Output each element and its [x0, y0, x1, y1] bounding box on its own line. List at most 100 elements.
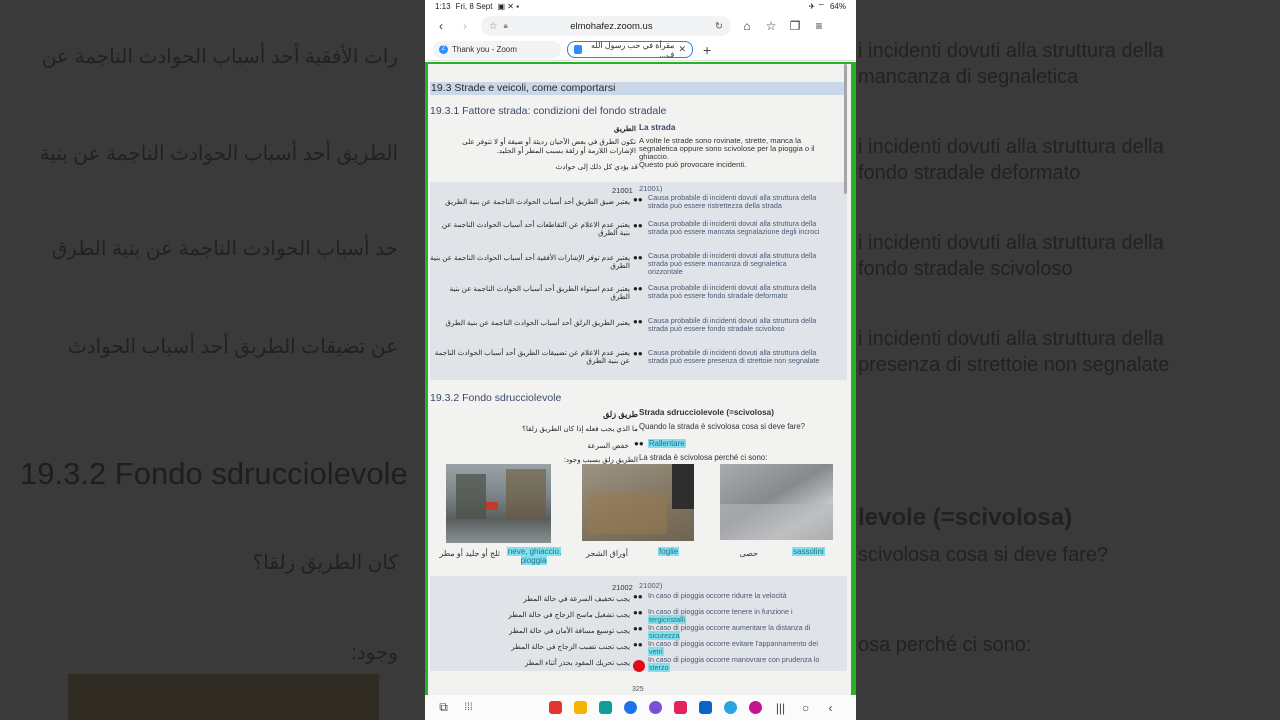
question-arabic: يعتبر عدم الاعلام عن التقاطعات أحد أسباب…: [441, 220, 630, 237]
close-tab-icon[interactable]: ✕: [678, 44, 686, 55]
slippery-arabic-question: ما الذي يجب فعله إذا كان الطريق زلقا؟: [522, 424, 638, 433]
bg-left-heading: 19.3.2 Fondo sdrucciolevole: [20, 456, 408, 491]
bg-right-line: i incidenti dovuti alla struttura della: [858, 40, 1164, 62]
intro-arabic-text: الإشارات اللازمة أو زلقة بسبب المطر أو ا…: [496, 146, 636, 155]
question-arabic: يعتبر عدم توفر الإشارات الأفقية أحد أسبا…: [430, 253, 630, 270]
answer-bullets: ●●: [633, 284, 643, 293]
new-tab-icon[interactable]: +: [703, 42, 711, 58]
scrollbar-thumb[interactable]: [844, 64, 847, 194]
question-arabic: يجب توسيع مسافة الأمان في حالة المطر: [509, 626, 630, 635]
caption-italian: sassolini: [792, 547, 825, 556]
nav-recents-icon[interactable]: |||: [768, 695, 793, 720]
subsection-title: 19.3.2 Fondo sdrucciolevole: [430, 392, 562, 404]
app-drawer-icon[interactable]: ⁞⁞⁞: [456, 695, 481, 720]
messages-app-icon[interactable]: [618, 695, 643, 720]
question-italian: Causa probabile di incidenti dovuti alla…: [648, 348, 820, 365]
nav-home-icon[interactable]: ○: [793, 695, 818, 720]
question-arabic: يعتبر الطريق الزلق أحد أسباب الحوادث الن…: [445, 318, 630, 327]
question-italian: Causa probabile di incidenti dovuti alla…: [648, 251, 817, 276]
status-date: Fri, 8 Sept: [455, 2, 493, 11]
question-italian: In caso di pioggia occorre evitare l'app…: [648, 639, 818, 656]
app-icon-pink[interactable]: [668, 695, 693, 720]
app-icon-teal[interactable]: [593, 695, 618, 720]
bg-right-line: i incidenti dovuti alla struttura della: [858, 136, 1164, 158]
shared-screen-border: 19.3 Strade e veicoli, come comportarsi …: [425, 62, 856, 695]
intro-arabic-heading: الطريق: [613, 124, 636, 133]
app-icon-magenta[interactable]: [743, 695, 768, 720]
slippery-italian-heading: Strada sdrucciolevole (=scivolosa): [639, 408, 774, 417]
answer-bullets: ●●: [633, 317, 643, 326]
answer-bullets: ●●: [633, 640, 643, 649]
tab-thank-you-zoom[interactable]: Z Thank you - Zoom: [433, 41, 561, 58]
battery-level: 64%: [829, 2, 846, 11]
question-code-it: 21002): [639, 581, 663, 590]
tabs-icon[interactable]: ❐: [787, 18, 803, 34]
bg-right-line: presenza di strettoie non segnalate: [858, 354, 1170, 376]
home-icon[interactable]: ⌂: [739, 18, 755, 34]
rainy-road-photo: [446, 464, 551, 543]
app-icon-purple[interactable]: [643, 695, 668, 720]
question-arabic: يجب تشغيل ماسح الزجاج في حالة المطر: [508, 610, 630, 619]
leaves-road-photo: [582, 464, 694, 541]
outlook-app-icon[interactable]: [693, 695, 718, 720]
bg-right-line: scivolosa cosa si deve fare?: [858, 544, 1109, 566]
status-bar: 1:13 Fri, 8 Sept ▣ ✕ ▪ ✈ ⌔ 64%: [425, 0, 856, 13]
menu-icon[interactable]: ≡: [811, 18, 827, 34]
android-taskbar: ⧉ ⁞⁞⁞ ||| ○ ‹: [425, 695, 856, 720]
question-italian: In caso di pioggia occorre manovrare con…: [648, 655, 820, 672]
forward-icon[interactable]: ›: [457, 18, 473, 34]
slippery-italian-answer: Rallentare: [648, 439, 686, 448]
question-arabic: يعتبر ضيق الطريق أحد أسباب الحوادث الناج…: [445, 197, 630, 206]
app-icon-yellow[interactable]: [568, 695, 593, 720]
bg-left-line: عن تضيقات الطريق أحد أسباب الحوادث: [67, 336, 398, 358]
caption-italian: neve, ghiaccio, pioggia: [506, 547, 562, 565]
tab-active-meeting[interactable]: مقرأة في حب رسول الله ف... ✕: [567, 40, 693, 59]
intro-italian-text: Questo può provocare incidenti.: [639, 160, 747, 169]
tab-label: مقرأة في حب رسول الله ف...: [591, 40, 675, 59]
tab-label: Thank you - Zoom: [452, 45, 517, 54]
bookmark-star-icon[interactable]: ☆: [489, 21, 498, 32]
caption-italian: foglie: [658, 547, 680, 556]
answer-bullets: ●●: [633, 349, 643, 358]
telegram-app-icon[interactable]: [718, 695, 743, 720]
shared-document[interactable]: 19.3 Strade e veicoli, come comportarsi …: [428, 64, 851, 695]
slippery-arabic-heading: طريق زلق: [603, 410, 638, 419]
bg-right-line: fondo stradale deformato: [858, 162, 1081, 184]
wifi-icon: ✈ ⌔: [808, 1, 825, 11]
answer-bullets: ●●: [633, 592, 643, 601]
question-italian: In caso di pioggia occorre ridurre la ve…: [648, 591, 787, 600]
gravel-road-photo: [720, 464, 833, 540]
intro-arabic-text: تكون الطرق في بعض الأحيان رديئة أو ضيقة …: [462, 137, 636, 146]
notification-icon: ▣ ✕ ▪: [497, 2, 520, 11]
question-code-ar: 21001: [612, 186, 633, 195]
subsection-title: 19.3.1 Fattore strada: condizioni del fo…: [430, 105, 667, 117]
slippery-arabic-answer: خفض السرعة: [587, 441, 629, 450]
question-code-it: 21001): [639, 184, 663, 193]
bg-left-line: حد أسباب الحوادث الناجمة عن بنية الطرق: [51, 238, 398, 260]
bg-right-heading: levole (=scivolosa): [858, 504, 1073, 531]
address-bar[interactable]: ☆ 🔒︎ elmohafez.zoom.us ↻: [481, 16, 731, 36]
background-right-panel: i incidenti dovuti alla struttura della …: [852, 0, 1280, 720]
answer-bullets: ●●: [633, 221, 643, 230]
bg-left-line: كان الطريق زلقا؟: [252, 552, 398, 574]
bg-right-line: mancanza di segnaletica: [858, 66, 1079, 88]
bookmarks-icon[interactable]: ☆: [763, 18, 779, 34]
bg-photo: [68, 674, 379, 720]
question-code-ar: 21002: [612, 583, 633, 592]
back-icon[interactable]: ‹: [433, 18, 449, 34]
answer-bullets: ●●: [633, 608, 643, 617]
reload-icon[interactable]: ↻: [715, 21, 723, 32]
question-italian: Causa probabile di incidenti dovuti alla…: [648, 193, 817, 210]
lock-icon: 🔒︎: [503, 21, 508, 30]
page-number: 325: [632, 686, 644, 693]
question-arabic: يجب تخفيف السرعة في حالة المطر: [523, 594, 630, 603]
app-icon-red[interactable]: [543, 695, 568, 720]
question-italian: In caso di pioggia occorre aumentare la …: [648, 623, 811, 640]
question-italian: Causa probabile di incidenti dovuti alla…: [648, 283, 817, 300]
background-left-panel: رات الأفقية أحد أسباب الحوادث الناجمة عن…: [0, 0, 428, 720]
recent-apps-icon[interactable]: ⧉: [431, 695, 456, 720]
zoom-favicon-icon: [574, 45, 582, 54]
bg-right-line: i incidenti dovuti alla struttura della: [858, 232, 1164, 254]
status-time: 1:13: [435, 2, 451, 11]
nav-back-icon[interactable]: ‹: [818, 695, 843, 720]
